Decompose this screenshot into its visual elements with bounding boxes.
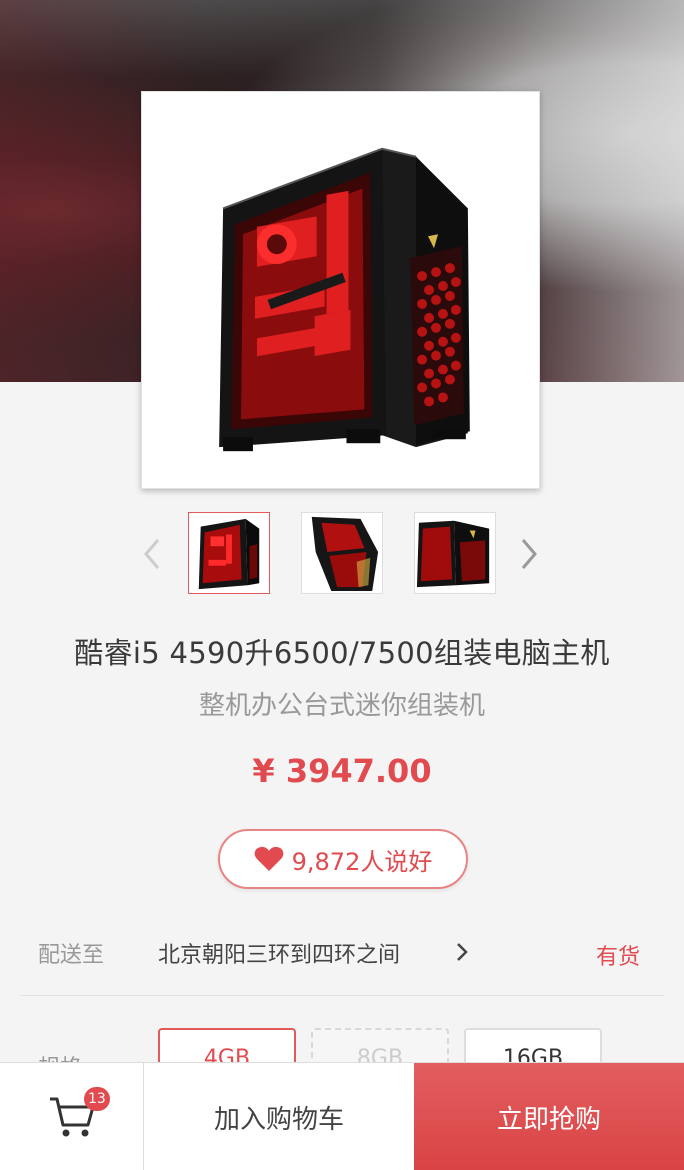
pc-case-thumbnail	[415, 513, 495, 593]
divider	[20, 995, 664, 996]
pc-case-image	[147, 97, 534, 483]
stock-status: 有货	[596, 945, 641, 970]
like-count: 9,872人说好	[291, 847, 433, 876]
thumbnail-next-button[interactable]	[514, 536, 544, 572]
chevron-left-icon	[144, 539, 160, 569]
pc-case-thumbnail	[302, 513, 382, 593]
product-subtitle: 整机办公台式迷你组装机	[198, 691, 485, 721]
chevron-right-icon	[521, 539, 537, 569]
thumbnail-2[interactable]	[301, 512, 383, 594]
like-button[interactable]: 9,872人说好	[218, 829, 468, 889]
thumbnail-prev-button[interactable]	[137, 536, 167, 572]
cart-button[interactable]: 13	[0, 1063, 144, 1170]
bottom-action-bar: 13 加入购物车 立即抢购	[0, 1062, 684, 1170]
delivery-address[interactable]: 北京朝阳三环到四环之间	[158, 937, 400, 969]
chevron-right-icon[interactable]	[452, 938, 472, 966]
buy-now-button[interactable]: 立即抢购	[414, 1063, 684, 1170]
pc-case-thumbnail	[189, 513, 269, 593]
cart-count-badge: 13	[84, 1087, 110, 1111]
thumbnail-1[interactable]	[188, 512, 270, 594]
product-price: ¥ 3947.00	[252, 752, 432, 790]
thumbnail-3[interactable]	[414, 512, 496, 594]
delivery-label: 配送至	[38, 943, 105, 968]
product-title: 酷睿i5 4590升6500/7500组装电脑主机	[74, 636, 610, 670]
add-to-cart-button[interactable]: 加入购物车	[144, 1063, 414, 1170]
main-product-image[interactable]	[141, 91, 540, 489]
heart-icon	[254, 846, 283, 871]
